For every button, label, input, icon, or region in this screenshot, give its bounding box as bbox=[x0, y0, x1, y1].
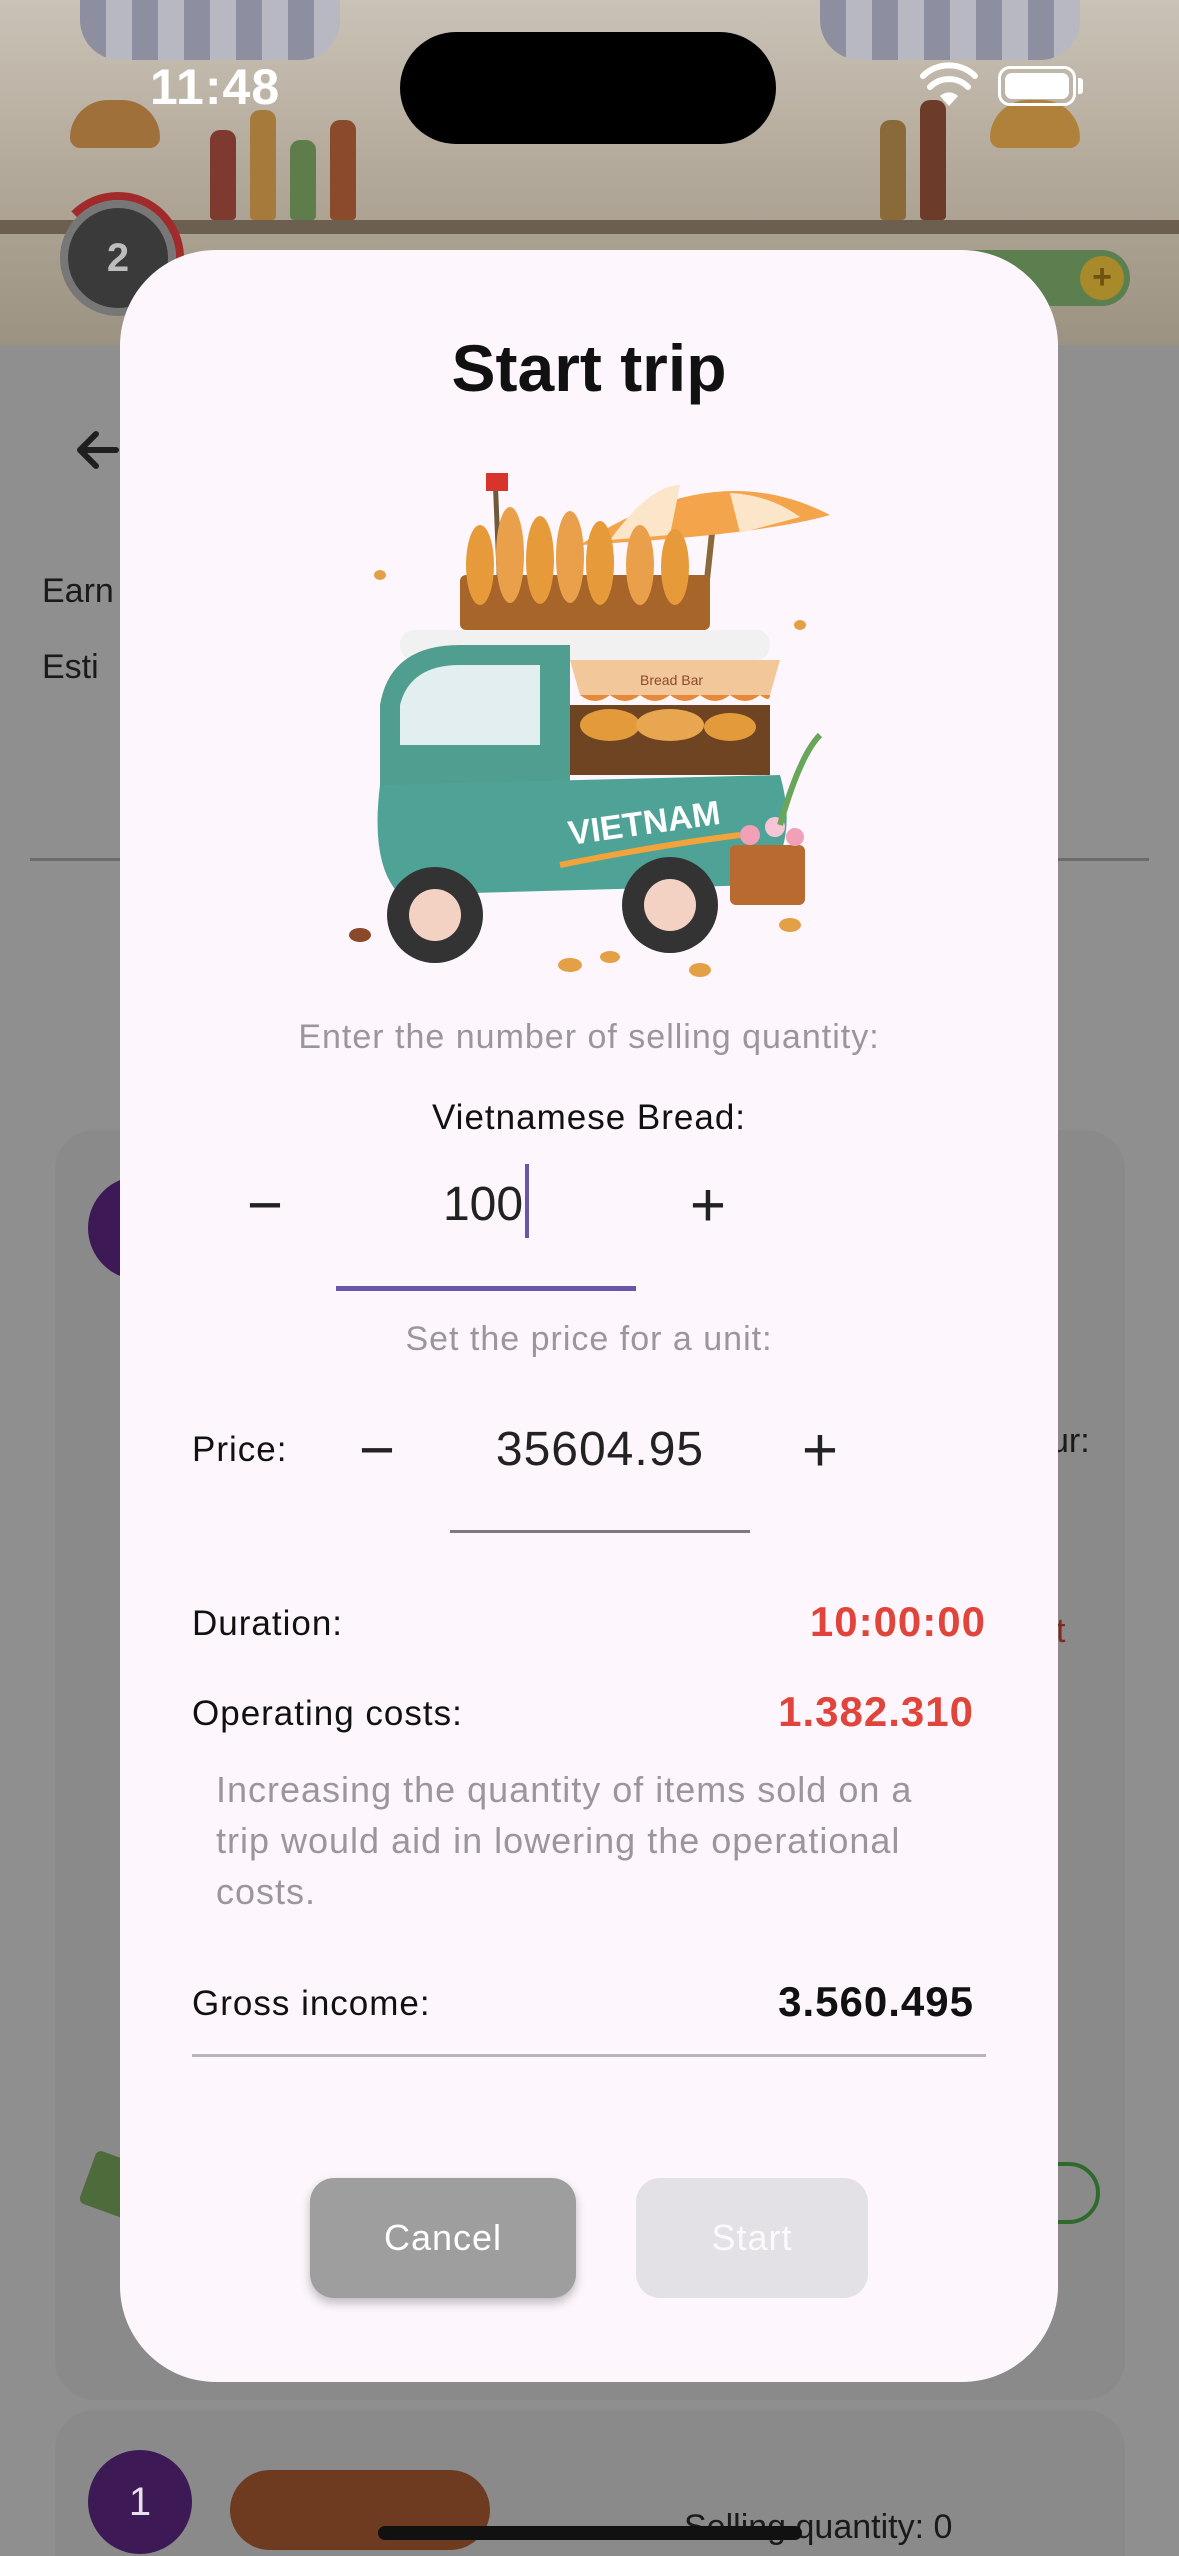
quantity-hint: Enter the number of selling quantity: bbox=[298, 1018, 880, 1056]
food-cart-illustration: Bread Bar VIETNAM bbox=[340, 445, 840, 1005]
product-label: Vietnamese Bread: bbox=[431, 1098, 747, 1137]
operating-costs-label: Operating costs: bbox=[192, 1694, 463, 1733]
bottle-decoration bbox=[210, 130, 236, 220]
bottle-decoration bbox=[920, 100, 946, 220]
price-increment-button[interactable]: + bbox=[780, 1410, 860, 1490]
home-indicator bbox=[378, 2526, 802, 2540]
quantity-value: 100 bbox=[442, 1178, 524, 1231]
plus-icon: + bbox=[801, 1415, 839, 1485]
status-time: 11:48 bbox=[150, 59, 281, 115]
burger-decoration bbox=[70, 100, 160, 148]
operating-costs-value: 1.382.310 bbox=[778, 1688, 974, 1735]
card-badge-2: 1 bbox=[88, 2450, 192, 2554]
quantity-input[interactable]: 100 bbox=[336, 1164, 636, 1245]
earnings-label: Earn bbox=[42, 572, 114, 610]
battery-cap bbox=[1078, 78, 1083, 94]
add-coin-symbol: + bbox=[1092, 258, 1112, 296]
gross-income-label: Gross income: bbox=[192, 1984, 431, 2023]
cancel-button[interactable]: Cancel bbox=[310, 2178, 576, 2298]
minus-icon: − bbox=[246, 1170, 284, 1240]
gross-income-value: 3.560.495 bbox=[778, 1978, 974, 2025]
price-label: Price: bbox=[192, 1430, 288, 1469]
gross-income-divider bbox=[192, 2054, 986, 2057]
minus-icon: − bbox=[358, 1415, 396, 1485]
price-decrement-button[interactable]: − bbox=[337, 1410, 417, 1490]
quantity-increment-button[interactable]: + bbox=[668, 1165, 748, 1245]
start-button-label: Start bbox=[711, 2217, 793, 2258]
level-number: 2 bbox=[106, 235, 130, 280]
add-coin-icon: + bbox=[1080, 256, 1124, 300]
quantity-decrement-button[interactable]: − bbox=[225, 1165, 305, 1245]
text-cursor bbox=[525, 1164, 530, 1239]
awning-sign-text: Bread Bar bbox=[640, 672, 703, 688]
start-button[interactable]: Start bbox=[636, 2178, 868, 2298]
estimate-label: Esti bbox=[42, 648, 99, 686]
awning-decoration bbox=[820, 0, 1080, 60]
price-hint: Set the price for a unit: bbox=[405, 1320, 773, 1358]
start-trip-dialog: Start trip Bread Bar VIETNAM Enter the n… bbox=[120, 250, 1058, 2382]
cost-reduction-note: Increasing the quantity of items sold on… bbox=[216, 1769, 913, 1912]
dialog-title: Start trip bbox=[451, 331, 727, 405]
price-input-underline bbox=[450, 1530, 750, 1533]
bottle-decoration bbox=[250, 110, 276, 220]
bottle-decoration bbox=[880, 120, 906, 220]
price-input[interactable]: 35604.95 bbox=[450, 1410, 750, 1490]
card-badge-number: 1 bbox=[128, 2479, 152, 2524]
bottle-decoration bbox=[290, 140, 316, 220]
burger-decoration bbox=[990, 100, 1080, 148]
duration-label: Duration: bbox=[192, 1604, 344, 1643]
dynamic-island bbox=[400, 32, 776, 144]
duration-value: 10:00:00 bbox=[809, 1598, 986, 1645]
quantity-input-underline bbox=[336, 1286, 636, 1291]
cancel-button-label: Cancel bbox=[383, 2217, 503, 2258]
price-value: 35604.95 bbox=[495, 1423, 705, 1476]
wifi-icon bbox=[920, 62, 978, 108]
plus-icon: + bbox=[689, 1170, 727, 1240]
battery-icon bbox=[998, 66, 1076, 106]
bottle-decoration bbox=[330, 120, 356, 220]
awning-decoration bbox=[80, 0, 340, 60]
